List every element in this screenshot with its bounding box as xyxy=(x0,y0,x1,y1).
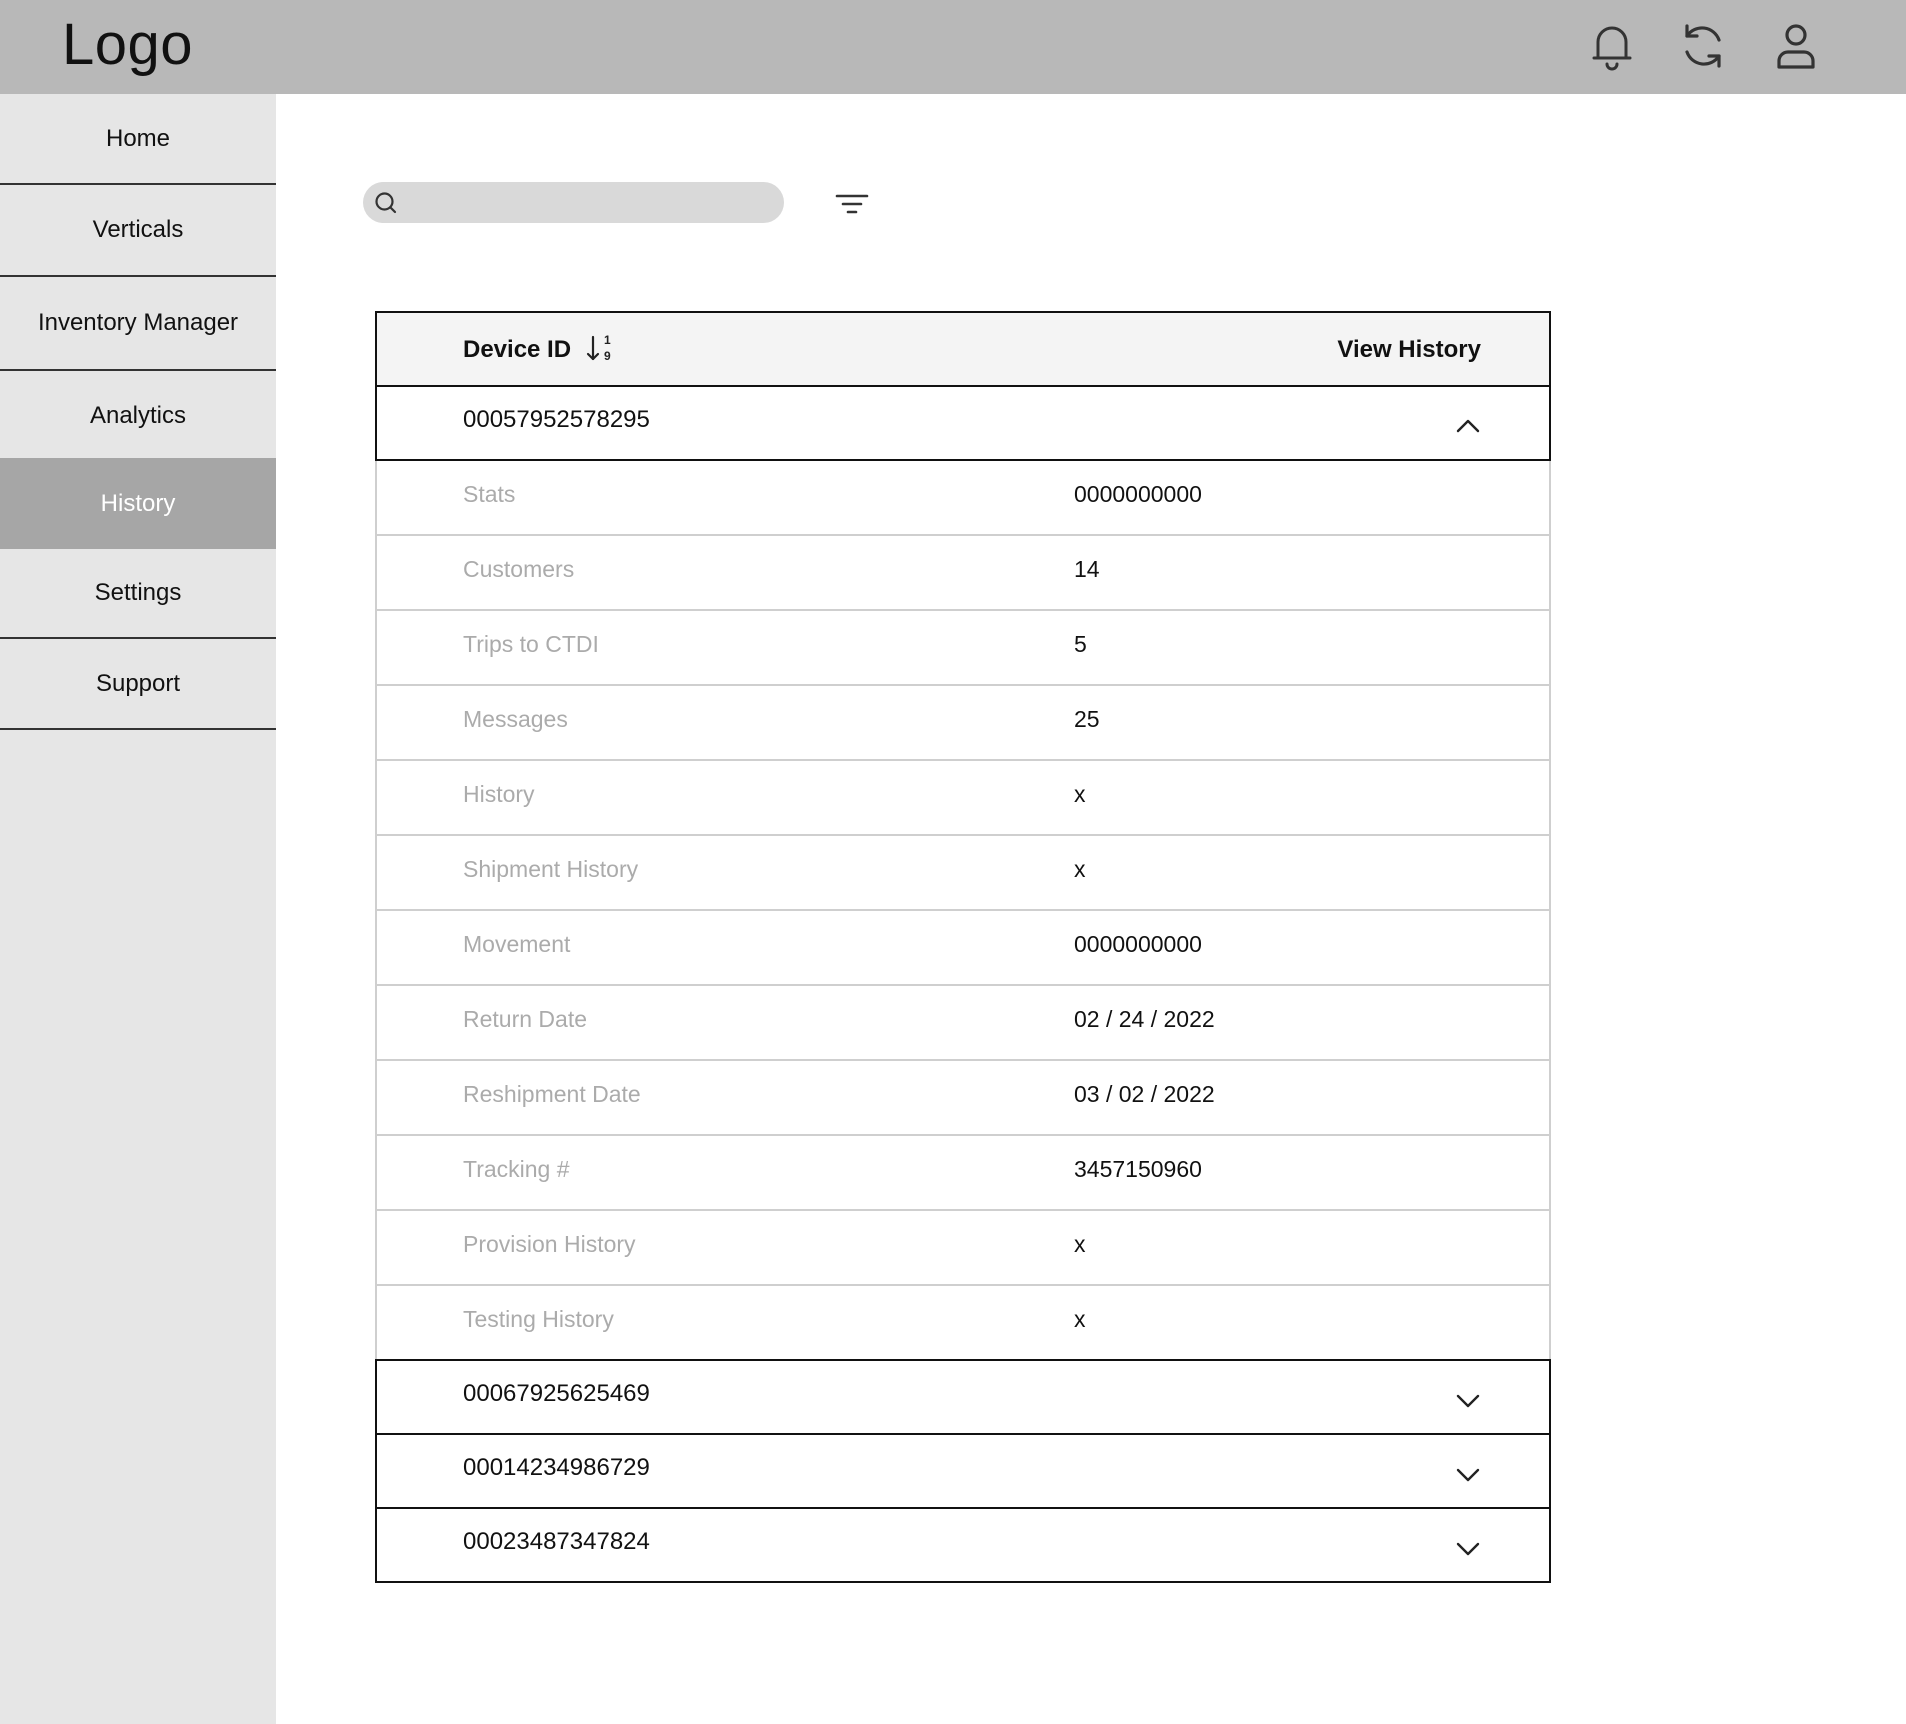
sidebar: Home Verticals Inventory Manager Analyti… xyxy=(0,94,276,1724)
detail-row-tracking: Tracking # 3457150960 xyxy=(375,1136,1551,1211)
detail-value: 03 / 02 / 2022 xyxy=(1074,1081,1215,1107)
bell-icon[interactable] xyxy=(1584,18,1640,74)
detail-label: Tracking # xyxy=(463,1156,570,1182)
column-header-view-history: View History xyxy=(1337,336,1481,363)
sidebar-item-settings[interactable]: Settings xyxy=(0,549,276,639)
sidebar-item-history[interactable]: History xyxy=(0,458,276,549)
chevron-down-icon[interactable] xyxy=(1453,1385,1483,1415)
detail-label: Provision History xyxy=(463,1231,636,1257)
detail-value: 25 xyxy=(1074,706,1100,732)
svg-text:1: 1 xyxy=(604,333,611,347)
detail-label: Testing History xyxy=(463,1306,614,1332)
detail-row-trips: Trips to CTDI 5 xyxy=(375,611,1551,686)
chevron-up-icon[interactable] xyxy=(1453,411,1483,441)
sidebar-item-inventory-manager[interactable]: Inventory Manager xyxy=(0,277,276,371)
device-id: 00014234986729 xyxy=(463,1454,650,1481)
search-input[interactable] xyxy=(407,186,767,219)
detail-value: 14 xyxy=(1074,556,1100,582)
sidebar-item-verticals[interactable]: Verticals xyxy=(0,185,276,277)
detail-value: x xyxy=(1074,856,1086,882)
detail-row-provision-history: Provision History x xyxy=(375,1211,1551,1286)
logo: Logo xyxy=(62,12,194,77)
detail-label: Return Date xyxy=(463,1006,588,1032)
detail-row-shipment-history: Shipment History x xyxy=(375,836,1551,911)
detail-label: Shipment History xyxy=(463,856,639,882)
device-row-expanded[interactable]: 00057952578295 xyxy=(375,385,1551,461)
chevron-down-icon[interactable] xyxy=(1453,1459,1483,1489)
detail-value: 02 / 24 / 2022 xyxy=(1074,1006,1215,1032)
detail-label: Stats xyxy=(463,481,516,507)
detail-label: History xyxy=(463,781,535,807)
detail-value: 5 xyxy=(1074,631,1087,657)
filter-icon[interactable] xyxy=(834,190,870,218)
chevron-down-icon[interactable] xyxy=(1453,1533,1483,1563)
detail-value: 0000000000 xyxy=(1074,481,1202,507)
device-id: 00023487347824 xyxy=(463,1528,650,1555)
detail-value: x xyxy=(1074,1306,1086,1332)
detail-label: Messages xyxy=(463,706,568,732)
detail-label: Trips to CTDI xyxy=(463,631,599,657)
search-icon xyxy=(375,192,397,214)
detail-row-movement: Movement 0000000000 xyxy=(375,911,1551,986)
device-id: 00057952578295 xyxy=(463,406,650,433)
detail-row-reshipment-date: Reshipment Date 03 / 02 / 2022 xyxy=(375,1061,1551,1136)
sidebar-item-support[interactable]: Support xyxy=(0,639,276,730)
detail-row-stats: Stats 0000000000 xyxy=(375,461,1551,536)
sidebar-item-home[interactable]: Home xyxy=(0,94,276,185)
detail-row-messages: Messages 25 xyxy=(375,686,1551,761)
detail-row-history: History x xyxy=(375,761,1551,836)
column-header-device-id[interactable]: Device ID xyxy=(463,336,571,364)
device-row-collapsed[interactable]: 00023487347824 xyxy=(375,1507,1551,1583)
table-header: Device ID 1 9 View History xyxy=(375,311,1551,387)
detail-value: 3457150960 xyxy=(1074,1156,1202,1182)
device-id: 00067925625469 xyxy=(463,1380,650,1407)
detail-label: Customers xyxy=(463,556,575,582)
detail-label: Movement xyxy=(463,931,571,957)
sidebar-item-analytics[interactable]: Analytics xyxy=(0,371,276,461)
detail-value: x xyxy=(1074,1231,1086,1257)
device-row-collapsed[interactable]: 00014234986729 xyxy=(375,1433,1551,1509)
user-icon[interactable] xyxy=(1768,18,1824,74)
detail-value: x xyxy=(1074,781,1086,807)
detail-row-return-date: Return Date 02 / 24 / 2022 xyxy=(375,986,1551,1061)
search-bar xyxy=(363,182,784,223)
detail-value: 0000000000 xyxy=(1074,931,1202,957)
detail-row-customers: Customers 14 xyxy=(375,536,1551,611)
detail-label: Reshipment Date xyxy=(463,1081,641,1107)
detail-row-testing-history: Testing History x xyxy=(375,1286,1551,1361)
svg-text:9: 9 xyxy=(604,349,611,363)
device-row-collapsed[interactable]: 00067925625469 xyxy=(375,1359,1551,1435)
top-bar: Logo xyxy=(0,0,1906,94)
sync-icon[interactable] xyxy=(1675,18,1731,74)
sort-ascending-icon[interactable]: 1 9 xyxy=(585,331,617,365)
